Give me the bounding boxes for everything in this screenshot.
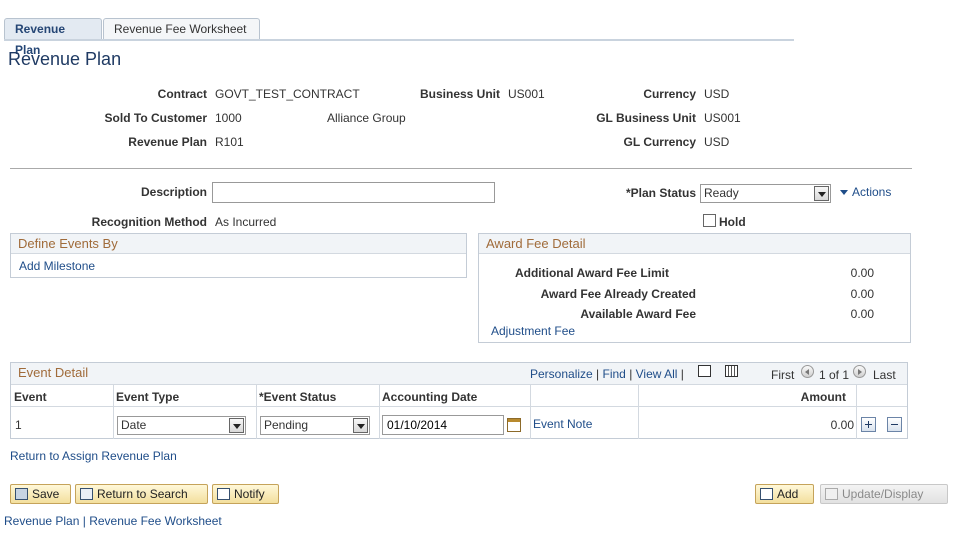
add-button[interactable]: Add (755, 484, 814, 504)
event-note-link[interactable]: Event Note (533, 417, 592, 431)
add-row-icon[interactable] (861, 417, 876, 432)
next-icon[interactable] (853, 365, 866, 378)
gl-business-unit-label: GL Business Unit (596, 111, 696, 125)
footer-revenue-fee-worksheet-link[interactable]: Revenue Fee Worksheet (89, 514, 222, 528)
column-header-amount[interactable]: Amount (801, 390, 846, 404)
sold-to-customer-name: Alliance Group (327, 111, 406, 125)
business-unit-label: Business Unit (419, 87, 500, 101)
personalize-link[interactable]: Personalize (530, 367, 593, 381)
adjustment-fee-link[interactable]: Adjustment Fee (491, 324, 575, 338)
event-type-select[interactable]: Date (117, 416, 246, 435)
page-title: Revenue Plan (8, 49, 122, 69)
tab-revenue-plan[interactable]: Revenue Plan (4, 18, 102, 57)
zoom-icon[interactable] (698, 365, 711, 377)
currency-label: Currency (643, 87, 696, 101)
last-label: Last (873, 368, 896, 382)
award-fee-header: Award Fee Detail (479, 234, 910, 254)
add-milestone-link[interactable]: Add Milestone (19, 259, 95, 273)
define-events-group: Define Events By Add Milestone (10, 233, 467, 278)
event-detail-title: Event Detail (18, 365, 89, 380)
revenue-plan-label: Revenue Plan (128, 135, 207, 149)
footer-links: Revenue Plan | Revenue Fee Worksheet (4, 514, 222, 528)
description-input[interactable] (212, 182, 495, 203)
tab-underline (4, 39, 794, 41)
actions-link[interactable]: Actions (852, 185, 891, 199)
triangle-down-icon (840, 190, 848, 196)
update-display-label: Update/Display (842, 487, 924, 501)
section-divider (10, 168, 912, 169)
column-header-event-status[interactable]: *Event Status (259, 390, 336, 404)
grid-nav: Personalize | Find | View All | (530, 367, 684, 381)
contract-label: Contract (157, 87, 207, 101)
hold-label: Hold (719, 215, 746, 229)
amount-value: 0.00 (830, 418, 854, 432)
view-all-link[interactable]: View All (636, 367, 678, 381)
save-button[interactable]: Save (10, 484, 71, 504)
revenue-plan-value: R101 (215, 135, 244, 149)
return-to-search-label: Return to Search (97, 487, 188, 501)
add-icon (760, 488, 773, 500)
nav-divider: | (680, 367, 684, 381)
award-fee-already-created-value: 0.00 (850, 287, 874, 301)
award-fee-already-created-label: Award Fee Already Created (540, 287, 696, 301)
update-display-icon (825, 488, 838, 500)
add-label: Add (777, 487, 799, 501)
return-to-search-button[interactable]: Return to Search (75, 484, 208, 504)
description-label: Description (140, 185, 207, 199)
recognition-method-label: Recognition Method (91, 215, 207, 229)
hold-checkbox[interactable] (703, 214, 716, 227)
event-status-value: Pending (264, 418, 309, 432)
chevron-down-icon[interactable] (353, 418, 368, 433)
additional-award-fee-limit-value: 0.00 (850, 266, 874, 280)
footer-separator: | (82, 514, 86, 528)
currency-value: USD (704, 87, 730, 101)
previous-icon[interactable] (801, 365, 814, 378)
save-icon (15, 488, 28, 500)
find-link[interactable]: Find (603, 367, 626, 381)
first-label: First (771, 368, 795, 382)
save-label: Save (32, 487, 60, 501)
plan-status-select[interactable]: Ready (700, 184, 831, 203)
define-events-header: Define Events By (11, 234, 466, 254)
calendar-icon[interactable] (507, 418, 521, 432)
download-grid-icon[interactable] (725, 365, 738, 377)
return-to-assign-link[interactable]: Return to Assign Revenue Plan (10, 449, 177, 463)
award-fee-group: Award Fee Detail Additional Award Fee Li… (478, 233, 911, 343)
notify-button[interactable]: Notify (212, 484, 279, 504)
business-unit-value: US001 (508, 87, 545, 101)
gl-business-unit-value: US001 (704, 111, 741, 125)
notify-label: Notify (234, 487, 265, 501)
pager-text: 1 of 1 (819, 368, 850, 382)
event-detail-grid: Event Detail Personalize | Find | View A… (10, 362, 908, 439)
event-type-value: Date (121, 418, 147, 432)
gl-currency-value: USD (704, 135, 730, 149)
plan-status-value: Ready (704, 186, 739, 200)
gl-currency-label: GL Currency (623, 135, 696, 149)
available-award-fee-value: 0.00 (850, 307, 874, 321)
event-status-select[interactable]: Pending (260, 416, 370, 435)
event-number: 1 (15, 418, 22, 432)
footer-revenue-plan-link[interactable]: Revenue Plan (4, 514, 79, 528)
actions-menu[interactable]: Actions (840, 185, 891, 199)
contract-value: GOVT_TEST_CONTRACT (215, 87, 360, 101)
column-header-event-type[interactable]: Event Type (116, 390, 179, 404)
sold-to-customer-label: Sold To Customer (104, 111, 207, 125)
column-header-accounting-date[interactable]: Accounting Date (382, 390, 477, 404)
recognition-method-value: As Incurred (215, 215, 277, 229)
search-icon (80, 488, 93, 500)
delete-row-icon[interactable] (887, 417, 902, 432)
available-award-fee-label: Available Award Fee (580, 307, 696, 321)
notify-icon (217, 488, 230, 500)
plan-status-label: *Plan Status (625, 186, 696, 200)
chevron-down-icon[interactable] (814, 186, 829, 201)
tab-revenue-fee-worksheet[interactable]: Revenue Fee Worksheet (103, 18, 260, 40)
accounting-date-input[interactable] (382, 415, 504, 435)
sold-to-customer-value: 1000 (215, 111, 242, 125)
update-display-button[interactable]: Update/Display (820, 484, 948, 504)
additional-award-fee-limit-label: Additional Award Fee Limit (514, 266, 669, 280)
column-header-event[interactable]: Event (14, 390, 47, 404)
chevron-down-icon[interactable] (229, 418, 244, 433)
